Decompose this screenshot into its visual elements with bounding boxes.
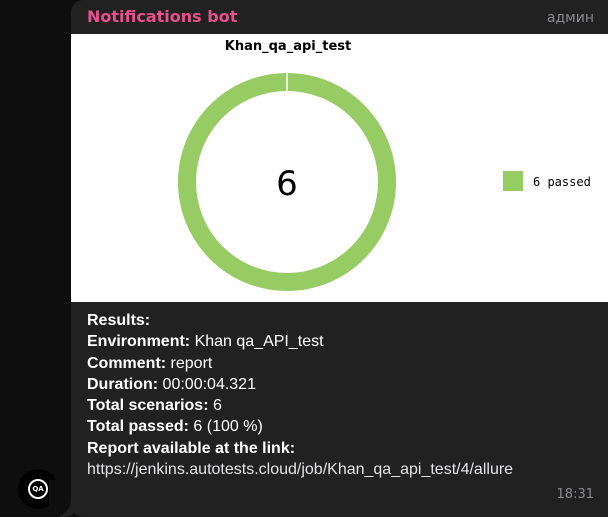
comment-value: report <box>166 354 213 372</box>
environment-value: Khan qa_API_test <box>190 333 324 351</box>
qa-logo-icon: QA <box>28 479 48 499</box>
donut-chart: 6 6 passed <box>178 73 591 291</box>
chart-image[interactable]: Khan_qa_api_test 6 6 passed <box>71 34 608 302</box>
duration-value: 00:00:04.321 <box>158 375 256 393</box>
environment-label: Environment: <box>87 333 191 351</box>
comment-label: Comment: <box>87 354 167 372</box>
avatar-text: QA <box>32 484 44 493</box>
sender-name[interactable]: Notifications bot <box>87 7 237 26</box>
center-label: 6 <box>276 164 298 204</box>
duration-label: Duration: <box>87 375 159 393</box>
legend-label: 6 passed <box>533 175 591 189</box>
total-scenarios-value: 6 <box>208 397 222 415</box>
total-passed-label: Total passed: <box>87 418 189 436</box>
report-link[interactable]: https://jenkins.autotests.cloud/job/Khan… <box>87 461 513 478</box>
results-text: Results: Environment: Khan qa_API_test C… <box>87 310 597 480</box>
results-heading: Results: <box>87 312 151 329</box>
message-time: 18:31 <box>556 487 594 502</box>
total-passed-value: 6 (100 %) <box>188 418 263 436</box>
report-label: Report available at the link: <box>87 439 296 457</box>
admin-badge: админ <box>546 10 594 26</box>
legend-swatch <box>503 171 523 191</box>
total-scenarios-label: Total scenarios: <box>87 397 209 415</box>
